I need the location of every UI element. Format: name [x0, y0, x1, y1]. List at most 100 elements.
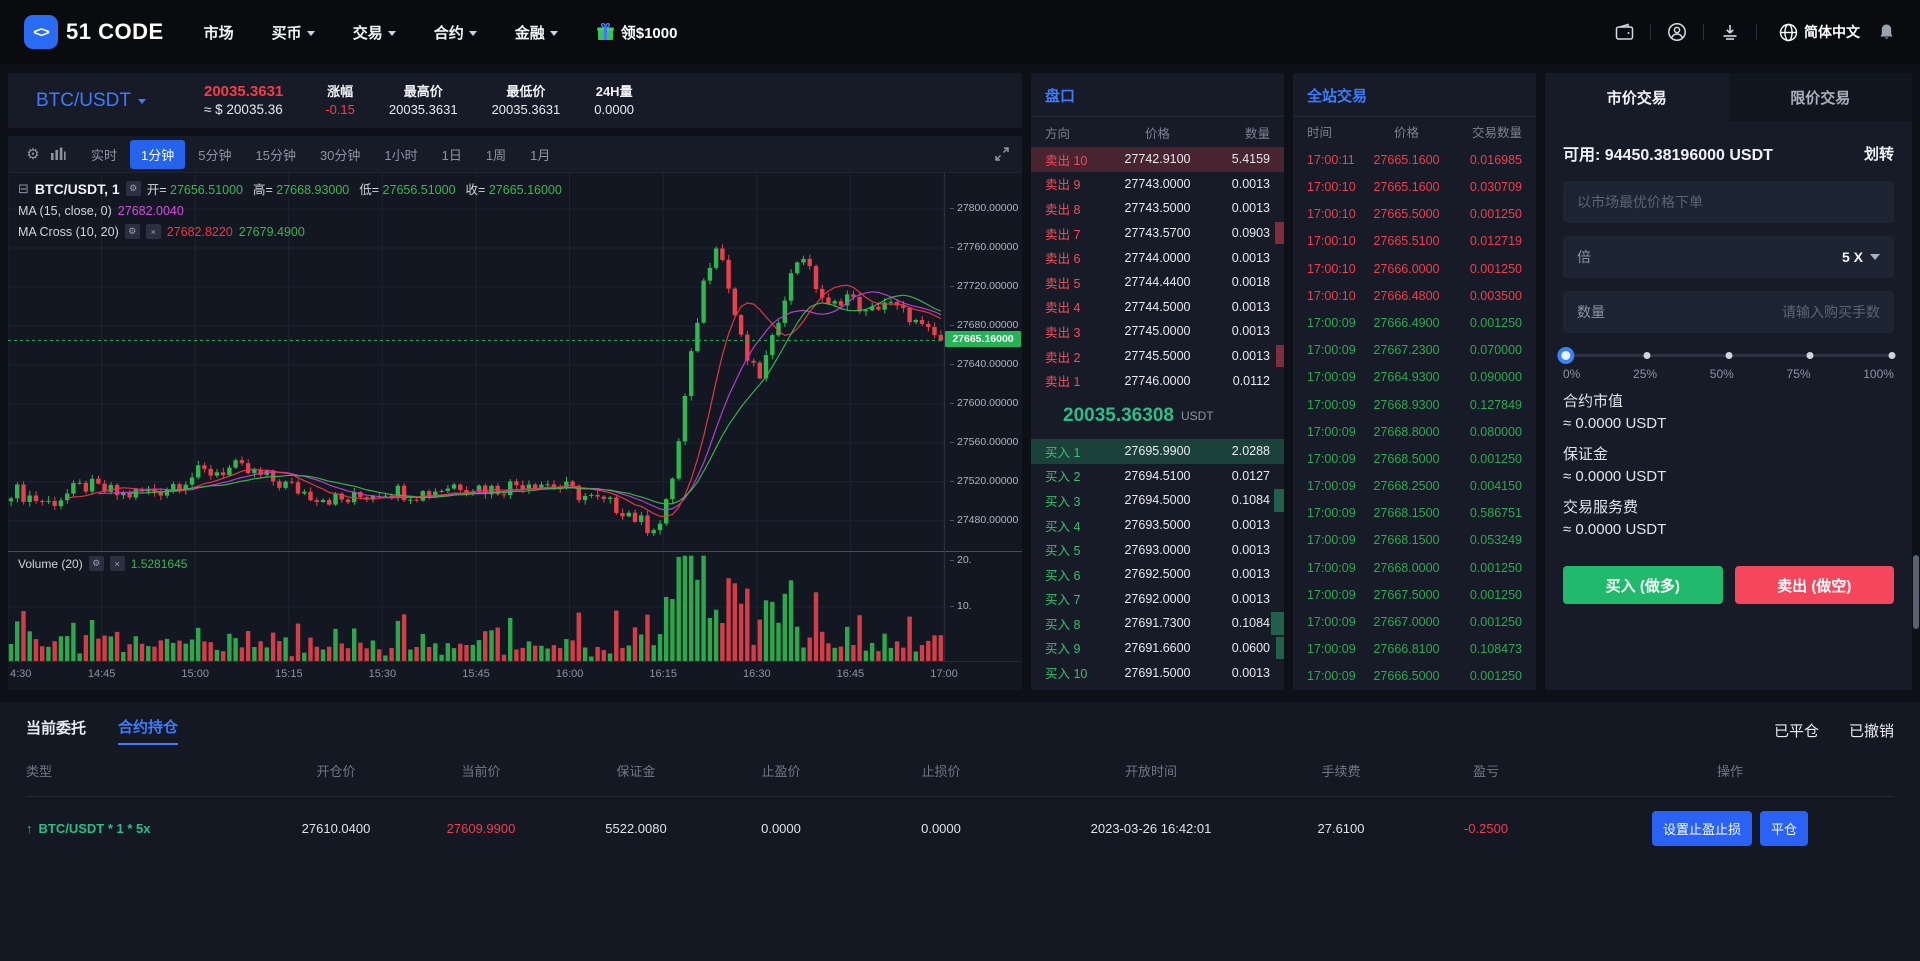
orderbook-row[interactable]: 卖出 4 27744.5000 0.0013	[1031, 295, 1284, 320]
price-axis-label: 27600.00000	[950, 397, 1018, 409]
ohlc-pair: 高= 27668.93000	[253, 179, 349, 198]
close-icon[interactable]: ×	[109, 556, 125, 571]
ticker-stat: 最高价 20035.3631	[389, 83, 458, 118]
order-qty: 0.1084	[1231, 616, 1270, 631]
order-type-tab[interactable]: 市价交易	[1545, 73, 1729, 121]
trade-time: 17:00:09	[1307, 560, 1356, 575]
amount-input[interactable]: 数量 请输入购买手数	[1563, 291, 1894, 333]
order-price: 27743.5700	[1124, 226, 1191, 241]
menu-item[interactable]: 买币	[272, 22, 315, 43]
menu-item[interactable]: 交易	[353, 22, 396, 43]
orderbook-row[interactable]: 卖出 9 27743.0000 0.0013	[1031, 172, 1284, 197]
download-icon[interactable]	[1720, 22, 1740, 42]
orderbook-row[interactable]: 卖出 7 27743.5700 0.0903	[1031, 221, 1284, 246]
orderbook-row[interactable]: 买入 5 27693.0000 0.0013	[1031, 537, 1284, 562]
gear-icon[interactable]: ⚙	[125, 181, 141, 196]
timeframe-button[interactable]: 1周	[475, 140, 517, 169]
orderbook-row[interactable]: 买入 6 27692.5000 0.0013	[1031, 562, 1284, 587]
order-price: 27691.7300	[1124, 616, 1191, 631]
orderbook-row[interactable]: 卖出 8 27743.5000 0.0013	[1031, 196, 1284, 221]
orderbook-bids: 买入 1 27695.9900 2.0288 买入 2 27694.5100 0.0127…	[1031, 438, 1284, 685]
orderbook-row[interactable]: 买入 3 27694.5000 0.1084	[1031, 488, 1284, 513]
fee: 27.6100	[1317, 820, 1365, 836]
order-type-tab[interactable]: 限价交易	[1728, 73, 1912, 121]
transfer-link[interactable]: 划转	[1864, 143, 1894, 164]
language-selector[interactable]: 简体中文	[1779, 22, 1860, 42]
side-label: 卖出 8	[1045, 202, 1081, 217]
trade-time: 17:00:09	[1307, 343, 1356, 358]
close-position-button[interactable]: 平仓	[1760, 810, 1809, 846]
orderbook-title[interactable]: 盘口	[1031, 73, 1284, 117]
chart-type-icon[interactable]	[50, 147, 76, 161]
orderbook-row[interactable]: 卖出 1 27746.0000 0.0112	[1031, 368, 1284, 393]
slider-dot-50[interactable]	[1725, 352, 1732, 359]
slider-handle[interactable]	[1557, 347, 1575, 364]
gear-icon[interactable]: ⚙	[88, 556, 104, 571]
orderbook-row[interactable]: 买入 10 27691.5000 0.0013	[1031, 660, 1284, 685]
volume-label: Volume (20)	[18, 556, 83, 571]
timeframe-button[interactable]: 1分钟	[130, 139, 186, 169]
sell-short-button[interactable]: 卖出 (做空)	[1734, 566, 1894, 604]
menu-item[interactable]: 金融	[515, 22, 558, 43]
orderbook-row[interactable]: 卖出 10 27742.9100 5.4159	[1031, 147, 1284, 172]
trade-row: 17:00:11 27665.1600 0.016985	[1293, 146, 1536, 173]
account-icon[interactable]	[1667, 22, 1687, 42]
slider-dot-25[interactable]	[1643, 352, 1651, 359]
orderbook-row[interactable]: 买入 8 27691.7300 0.1084	[1031, 611, 1284, 636]
orderbook-row[interactable]: 买入 4 27693.5000 0.0013	[1031, 513, 1284, 538]
gear-icon[interactable]: ⚙	[124, 224, 140, 239]
trades-title[interactable]: 全站交易	[1293, 73, 1536, 117]
orderbook-row[interactable]: 买入 9 27691.6600 0.0600	[1031, 636, 1284, 661]
fullscreen-icon[interactable]	[994, 146, 1010, 162]
trade-time: 17:00:09	[1307, 587, 1356, 602]
ma-cross-fast-value: 27682.8220	[166, 224, 233, 239]
timeframe-button[interactable]: 5分钟	[187, 140, 242, 169]
timeframe-button[interactable]: 实时	[80, 140, 128, 169]
chevron-down-icon	[306, 30, 315, 36]
buy-long-button[interactable]: 买入 (做多)	[1563, 566, 1723, 604]
timeframe-button[interactable]: 30分钟	[309, 140, 371, 169]
timeframe-button[interactable]: 1月	[519, 140, 561, 169]
timeframe-button[interactable]: 1日	[431, 140, 473, 169]
price-input[interactable]: 以市场最优价格下单	[1563, 181, 1894, 223]
stat-value: 20035.3631	[491, 102, 561, 117]
timeframe-button[interactable]: 1小时	[373, 140, 428, 169]
trade-qty: 0.001250	[1469, 207, 1522, 222]
orderbook-row[interactable]: 买入 2 27694.5100 0.0127	[1031, 464, 1284, 489]
order-price: 27745.5000	[1124, 349, 1191, 364]
menu-item[interactable]: 合约	[434, 22, 477, 43]
leverage-select[interactable]: 倍 5 X	[1563, 236, 1894, 278]
collapse-icon[interactable]: ⊟	[18, 181, 29, 197]
side-label: 买入 5	[1045, 544, 1081, 559]
positions-tab[interactable]: 合约持仓	[118, 716, 179, 745]
candlestick-chart[interactable]: ⊟ BTC/USDT, 1 ⚙ 开= 27656.51000 高= 27668.9…	[8, 173, 1022, 690]
orderbook-row[interactable]: 卖出 6 27744.0000 0.0013	[1031, 245, 1284, 270]
usd-price: ≈ $ 20035.36	[204, 102, 283, 117]
summary-value: ≈ 0.0000 USDT	[1563, 415, 1667, 432]
positions-link[interactable]: 已平仓	[1774, 720, 1819, 741]
pnl: -0.2500	[1463, 820, 1509, 836]
timeframe-button[interactable]: 15分钟	[244, 140, 306, 169]
indicator-settings-icon[interactable]: ⚙	[20, 145, 46, 163]
orderbook-row[interactable]: 卖出 5 27744.4400 0.0018	[1031, 270, 1284, 295]
column-header: 开放时间	[1124, 764, 1177, 779]
set-tp-sl-button[interactable]: 设置止盈止损	[1651, 810, 1752, 846]
orderbook-row[interactable]: 卖出 3 27745.0000 0.0013	[1031, 319, 1284, 344]
menu-item[interactable]: 市场	[204, 22, 234, 43]
amount-slider[interactable]	[1557, 347, 1896, 364]
logo[interactable]: <> 51 CODE	[24, 15, 164, 49]
notification-bell-icon[interactable]	[1876, 22, 1896, 42]
orderbook-row[interactable]: 买入 1 27695.9900 2.0288	[1031, 438, 1284, 464]
close-icon[interactable]: ×	[145, 224, 161, 239]
positions-tab[interactable]: 当前委托	[26, 717, 86, 744]
pair-selector[interactable]: BTC/USDT	[36, 90, 146, 112]
slider-dot-75[interactable]	[1806, 352, 1814, 359]
orderbook-row[interactable]: 买入 7 27692.0000 0.0013	[1031, 587, 1284, 612]
orderbook-row[interactable]: 卖出 2 27745.5000 0.0013	[1031, 344, 1284, 369]
wallet-icon[interactable]	[1614, 22, 1634, 42]
promo-bonus-link[interactable]: 领$1000	[596, 22, 677, 43]
slider-dot-100[interactable]	[1888, 352, 1896, 359]
page-scrollbar-thumb[interactable]	[1913, 555, 1919, 629]
positions-link[interactable]: 已撤销	[1849, 720, 1894, 741]
orderbook-mid-price: 20035.36308 USDT	[1063, 404, 1214, 426]
